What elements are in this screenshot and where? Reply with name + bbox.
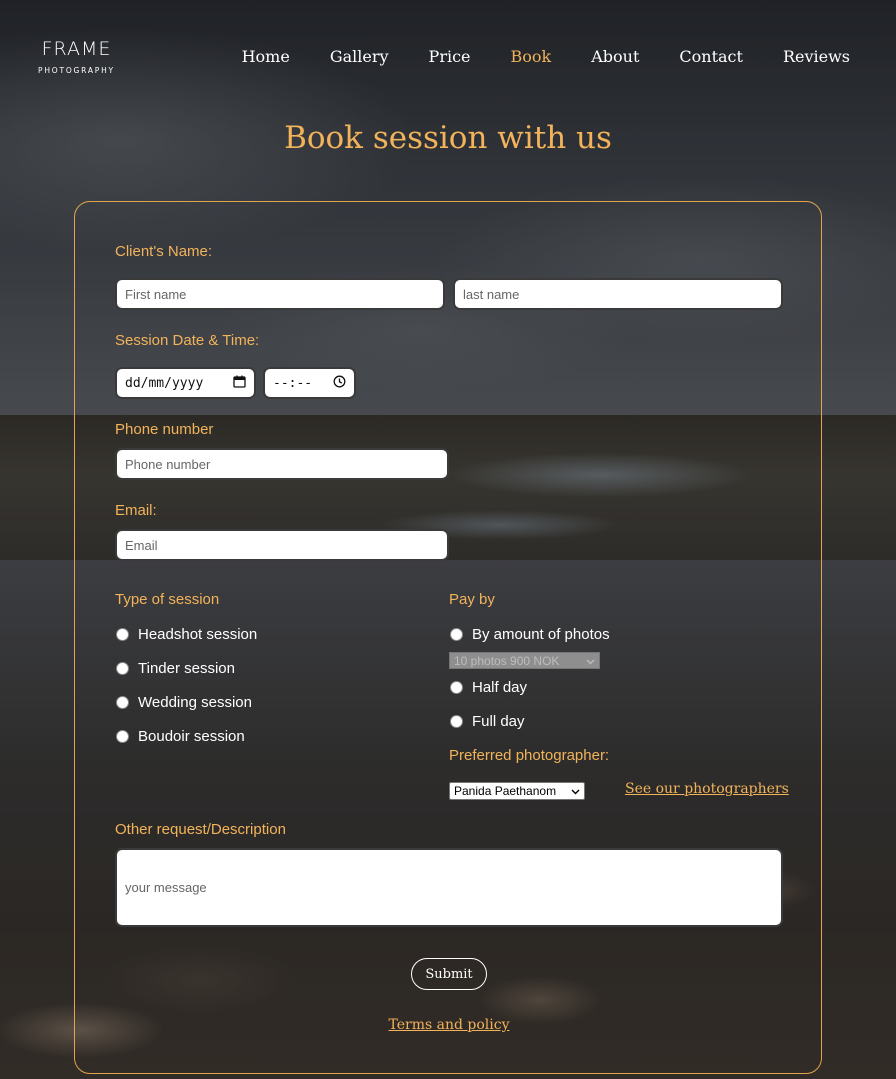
logo-tagline: PHOTOGRAPHY — [38, 66, 115, 75]
radio-label: Boudoir session — [138, 728, 245, 745]
nav-book[interactable]: Book — [511, 47, 552, 66]
email-input[interactable] — [115, 529, 449, 561]
last-name-input[interactable] — [453, 278, 783, 310]
time-input[interactable]: --:-- — [263, 367, 356, 399]
nav-about[interactable]: About — [591, 47, 639, 66]
calendar-icon — [233, 375, 246, 392]
booking-form: Client's Name: Session Date & Time: dd/m… — [74, 201, 822, 1074]
submit-button[interactable]: Submit — [411, 958, 487, 990]
radio-label: Full day — [472, 713, 525, 730]
session-type-label: Type of session — [115, 591, 220, 608]
chevron-down-icon — [586, 654, 595, 668]
radio-button[interactable] — [116, 730, 129, 743]
photographer-select[interactable]: Panida Paethanom — [449, 782, 585, 800]
site-header: FRAME PHOTOGRAPHY Home Gallery Price Boo… — [0, 0, 896, 110]
radio-headshot[interactable]: Headshot session — [116, 626, 257, 643]
phone-label: Phone number — [115, 421, 214, 438]
terms-link[interactable]: Terms and policy — [75, 1017, 823, 1033]
email-label: Email: — [115, 502, 157, 519]
pay-by-label: Pay by — [449, 591, 495, 608]
radio-pay-full-day[interactable]: Full day — [450, 713, 525, 730]
see-photographers-link[interactable]: See our photographers — [625, 781, 789, 797]
logo-name: FRAME — [41, 38, 112, 60]
first-name-input[interactable] — [115, 278, 445, 310]
photographer-label: Preferred photographer: — [449, 747, 610, 764]
radio-button[interactable] — [116, 628, 129, 641]
radio-wedding[interactable]: Wedding session — [116, 694, 252, 711]
nav-reviews[interactable]: Reviews — [783, 47, 850, 66]
session-datetime-label: Session Date & Time: — [115, 332, 260, 349]
nav-home[interactable]: Home — [242, 47, 290, 66]
message-textarea[interactable]: your message — [115, 848, 783, 927]
radio-label: Tinder session — [138, 660, 235, 677]
nav-price[interactable]: Price — [429, 47, 471, 66]
radio-button[interactable] — [450, 715, 463, 728]
nav-gallery[interactable]: Gallery — [330, 47, 389, 66]
phone-input[interactable] — [115, 448, 449, 480]
radio-pay-half-day[interactable]: Half day — [450, 679, 527, 696]
nav-contact[interactable]: Contact — [679, 47, 743, 66]
radio-tinder[interactable]: Tinder session — [116, 660, 235, 677]
radio-button[interactable] — [450, 628, 463, 641]
chevron-down-icon — [571, 784, 580, 798]
message-placeholder: your message — [125, 880, 207, 895]
radio-button[interactable] — [116, 662, 129, 675]
radio-button[interactable] — [116, 696, 129, 709]
clock-icon — [333, 375, 346, 392]
request-label: Other request/Description — [115, 821, 286, 838]
page-title: Book session with us — [284, 120, 612, 156]
radio-label: Headshot session — [138, 626, 258, 643]
radio-button[interactable] — [450, 681, 463, 694]
radio-pay-photos[interactable]: By amount of photos — [450, 626, 610, 643]
radio-label: Half day — [472, 679, 528, 696]
logo[interactable]: FRAME PHOTOGRAPHY — [38, 38, 115, 75]
client-name-label: Client's Name: — [115, 243, 213, 260]
photographer-value: Panida Paethanom — [454, 784, 557, 798]
time-placeholder: --:-- — [273, 375, 313, 391]
radio-label: By amount of photos — [472, 626, 610, 643]
date-input[interactable]: dd/mm/yyyy — [115, 367, 256, 399]
main-nav: Home Gallery Price Book About Contact Re… — [202, 47, 850, 66]
radio-label: Wedding session — [138, 694, 252, 711]
photos-amount-select[interactable]: 10 photos 900 NOK — [449, 652, 600, 669]
radio-boudoir[interactable]: Boudoir session — [116, 728, 245, 745]
date-placeholder: dd/mm/yyyy — [125, 375, 204, 391]
photos-amount-value: 10 photos 900 NOK — [454, 653, 560, 668]
